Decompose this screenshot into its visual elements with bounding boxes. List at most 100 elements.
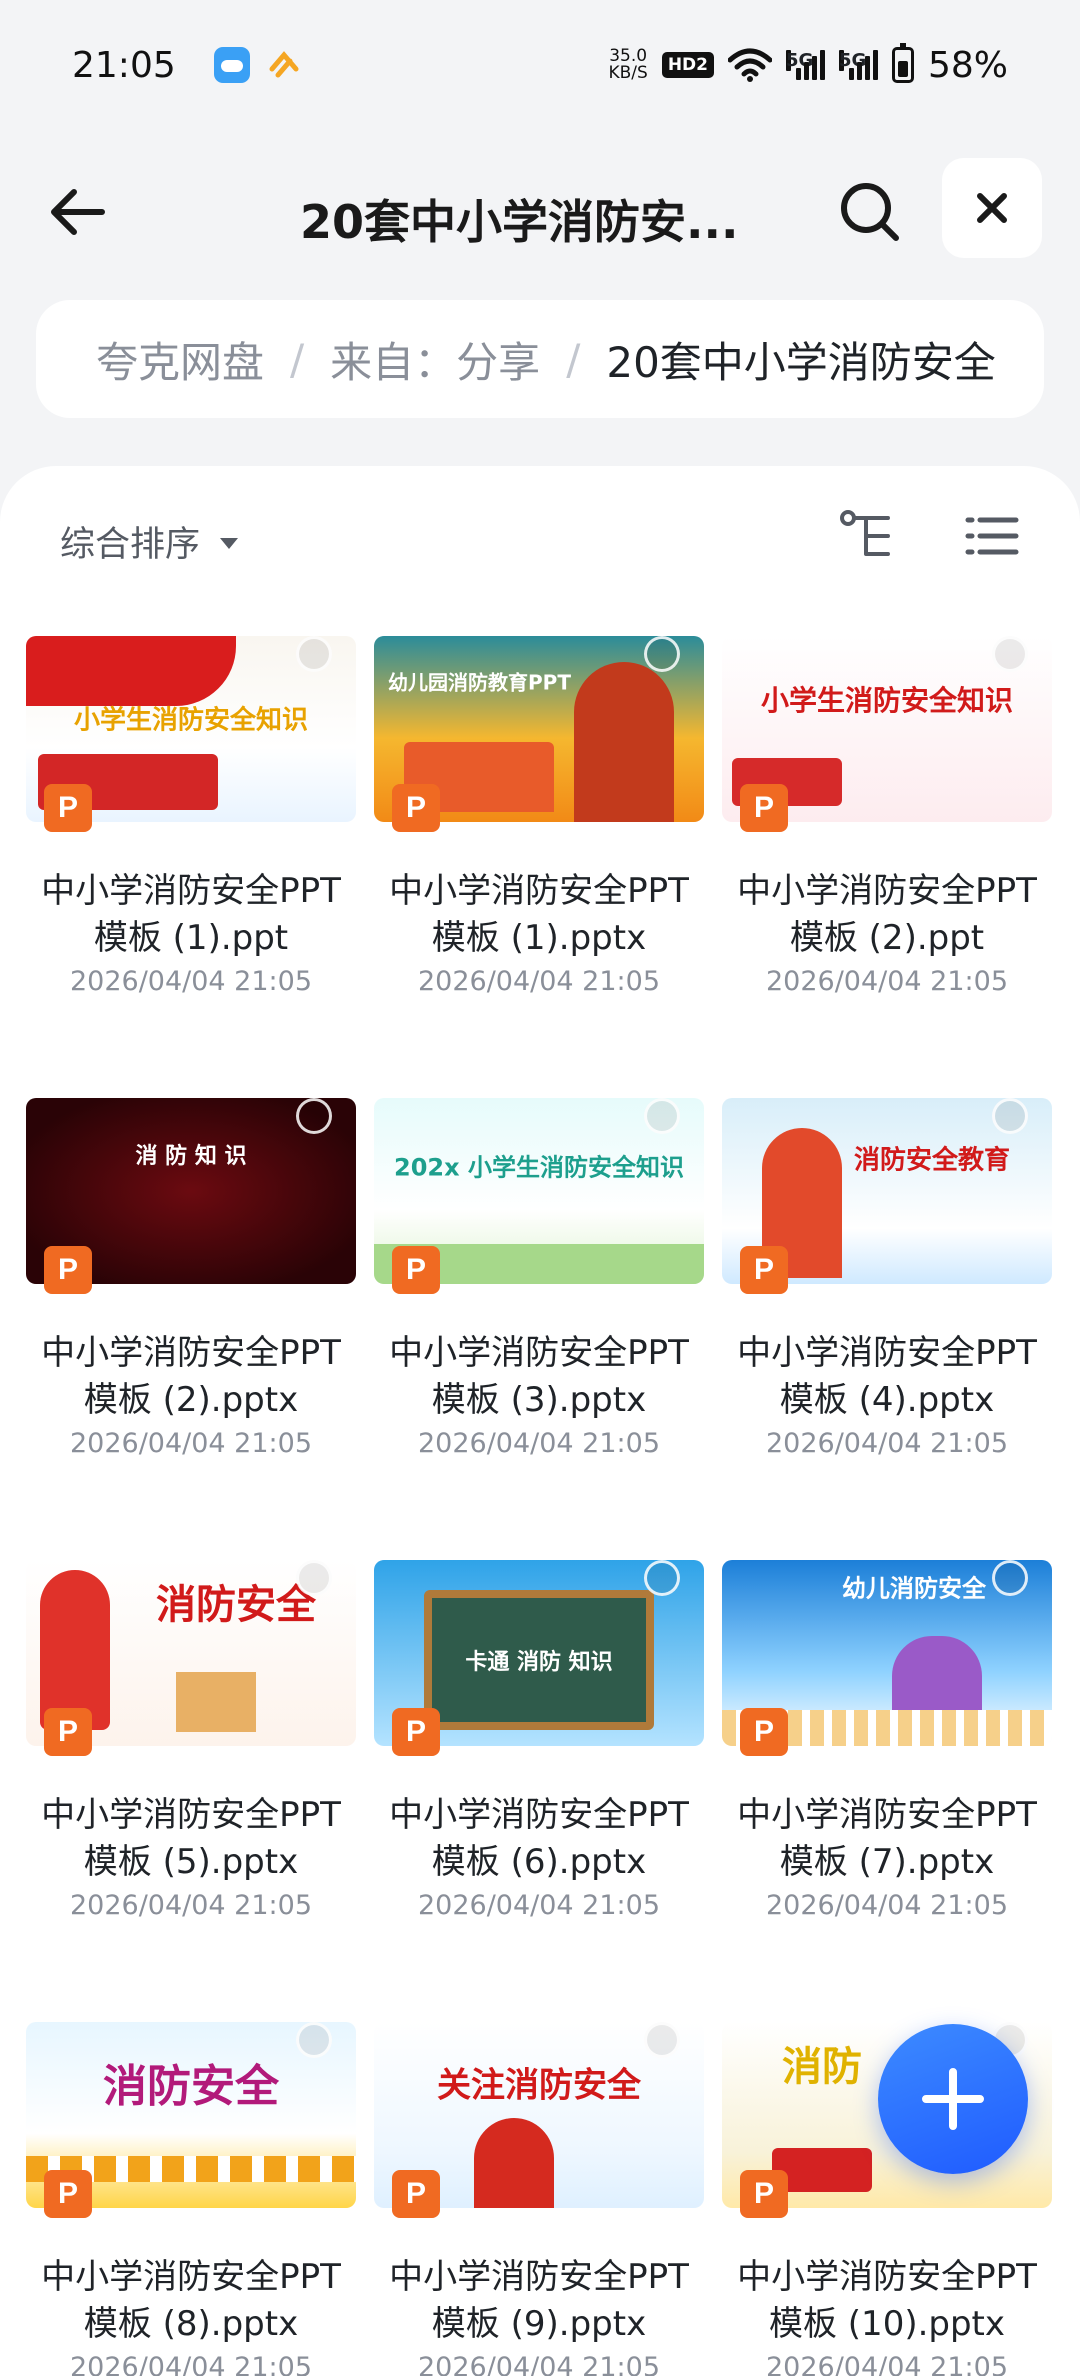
- ppt-file-icon: P: [392, 1708, 440, 1756]
- select-checkbox[interactable]: [644, 1560, 680, 1596]
- file-date: 2026/04/04 21:05: [765, 2352, 1008, 2376]
- status-app-icons: [213, 47, 302, 83]
- arrow-left-icon: [51, 189, 105, 235]
- firefighter-graphic: [474, 2118, 554, 2208]
- file-card[interactable]: 消防安全 P 中小学消防安全PPT模板 (8).pptx 2026/04/04 …: [26, 2002, 356, 2376]
- file-name: 中小学消防安全PPT模板 (5).pptx: [41, 1795, 341, 1882]
- file-card[interactable]: 卡通 消防 知识 P 中小学消防安全PPT模板 (6).pptx 2026/04…: [374, 1540, 704, 1968]
- ppt-file-icon: P: [44, 1708, 92, 1756]
- select-checkbox[interactable]: [992, 1098, 1028, 1134]
- file-name: 中小学消防安全PPT模板 (9).pptx: [389, 2257, 689, 2344]
- back-button[interactable]: [40, 172, 120, 252]
- file-name: 中小学消防安全PPT模板 (2).pptx: [41, 1333, 341, 1420]
- file-card[interactable]: 关注消防安全 P 中小学消防安全PPT模板 (9).pptx 2026/04/0…: [374, 2002, 704, 2376]
- thumbnail-title: 消 防 知 识: [135, 1143, 247, 1169]
- file-card[interactable]: 小学生消防安全知识 P 中小学消防安全PPT模板 (2).ppt 2026/04…: [722, 616, 1052, 1044]
- file-date: 2026/04/04 21:05: [417, 966, 660, 997]
- wifi-icon: [727, 48, 772, 82]
- search-button[interactable]: [830, 172, 910, 252]
- file-name: 中小学消防安全PPT模板 (4).pptx: [737, 1333, 1037, 1420]
- ppt-file-icon: P: [392, 1246, 440, 1294]
- status-indicators: 35.0 KB/S HD2 5G 5G 58%: [608, 43, 1008, 86]
- file-card[interactable]: 小学生消防安全知识 P 中小学消防安全PPT模板 (1).ppt 2026/04…: [26, 616, 356, 1044]
- tree-view-button[interactable]: [836, 504, 900, 568]
- ppt-file-icon: P: [392, 2170, 440, 2218]
- flag-graphic: [26, 636, 236, 706]
- file-name: 中小学消防安全PPT模板 (3).pptx: [389, 1333, 689, 1420]
- house-graphic: [176, 1672, 256, 1732]
- file-name: 中小学消防安全PPT模板 (1).ppt: [41, 871, 341, 958]
- thumbnail-title: 卡通 消防 知识: [465, 1650, 613, 1676]
- file-card[interactable]: 202x 小学生消防安全知识 P 中小学消防安全PPT模板 (3).pptx 2…: [374, 1078, 704, 1506]
- file-date: 2026/04/04 21:05: [69, 966, 312, 997]
- ppt-file-icon: P: [44, 1246, 92, 1294]
- file-date: 2026/04/04 21:05: [69, 1890, 312, 1921]
- battery-icon: [891, 43, 914, 83]
- signal-icon-2: 5G: [838, 50, 878, 80]
- file-card[interactable]: 幼儿消防安全 P 中小学消防安全PPT模板 (7).pptx 2026/04/0…: [722, 1540, 1052, 1968]
- thumbnail-title: 消防安全教育: [853, 1145, 1010, 1176]
- ppt-file-icon: P: [740, 1246, 788, 1294]
- sort-dropdown[interactable]: 综合排序: [60, 516, 239, 567]
- select-checkbox[interactable]: [644, 1098, 680, 1134]
- list-view-icon: [965, 517, 1019, 555]
- hd-badge: HD2: [661, 52, 714, 78]
- file-date: 2026/04/04 21:05: [69, 2352, 312, 2376]
- page-title: 20套中小学消防安...: [300, 195, 739, 249]
- ppt-file-icon: P: [44, 2170, 92, 2218]
- close-button[interactable]: [942, 158, 1042, 258]
- file-card[interactable]: 幼儿园消防教育PPT P 中小学消防安全PPT模板 (1).pptx 2026/…: [374, 616, 704, 1044]
- thumbnail-title: 小学生消防安全知识: [73, 705, 308, 736]
- breadcrumb-item-current: 20套中小学消防安全: [606, 337, 996, 387]
- breadcrumb-item-drive[interactable]: 夸克网盘: [96, 329, 264, 390]
- select-checkbox[interactable]: [644, 636, 680, 672]
- file-name: 中小学消防安全PPT模板 (1).pptx: [389, 871, 689, 958]
- ppt-file-icon: P: [392, 784, 440, 832]
- file-date: 2026/04/04 21:05: [765, 1890, 1008, 1921]
- breadcrumb-separator: /: [290, 334, 305, 384]
- thumbnail-title: 小学生消防安全知识: [760, 684, 1013, 718]
- close-icon: [977, 193, 1007, 223]
- ppt-file-icon: P: [740, 2170, 788, 2218]
- select-checkbox[interactable]: [296, 636, 332, 672]
- thumbnail-title: 202x 小学生消防安全知识: [394, 1153, 684, 1182]
- ppt-file-icon: P: [44, 784, 92, 832]
- network-speed-unit: KB/S: [608, 63, 648, 83]
- select-checkbox[interactable]: [296, 1098, 332, 1134]
- signal-label-1: 5G: [785, 50, 814, 71]
- select-checkbox[interactable]: [296, 2022, 332, 2058]
- status-time: 21:05: [72, 44, 176, 86]
- file-date: 2026/04/04 21:05: [69, 1428, 312, 1459]
- signal-label-2: 5G: [838, 50, 867, 71]
- file-card[interactable]: 消防安全 P 中小学消防安全PPT模板 (5).pptx 2026/04/04 …: [26, 1540, 356, 1968]
- search-icon: [841, 183, 899, 241]
- chevron-down-icon: [220, 538, 239, 549]
- breadcrumb: 夸克网盘 / 来自：分享 / 20套中小学消防安全: [36, 300, 1044, 418]
- breadcrumb-separator: /: [566, 334, 581, 384]
- file-name: 中小学消防安全PPT模板 (6).pptx: [389, 1795, 689, 1882]
- battery-percent: 58%: [927, 44, 1008, 86]
- house-graphic: [892, 1636, 982, 1716]
- file-name: 中小学消防安全PPT模板 (2).ppt: [737, 871, 1037, 958]
- select-checkbox[interactable]: [644, 2022, 680, 2058]
- thumbnail-title: 关注消防安全: [437, 2065, 641, 2106]
- sort-label: 综合排序: [60, 525, 201, 565]
- quark-app-icon: [266, 47, 302, 83]
- firefighter-graphic: [40, 1570, 110, 1730]
- network-speed: 35.0 KB/S: [608, 48, 647, 82]
- select-checkbox[interactable]: [992, 1560, 1028, 1596]
- file-name: 中小学消防安全PPT模板 (10).pptx: [737, 2257, 1037, 2344]
- breadcrumb-item-shared[interactable]: 来自：分享: [330, 329, 540, 390]
- ppt-file-icon: P: [740, 1708, 788, 1756]
- add-button[interactable]: [878, 2024, 1028, 2174]
- header: 20套中小学消防安...: [0, 150, 1080, 270]
- file-name: 中小学消防安全PPT模板 (7).pptx: [737, 1795, 1037, 1882]
- file-card[interactable]: 消防安全教育 P 中小学消防安全PPT模板 (4).pptx 2026/04/0…: [722, 1078, 1052, 1506]
- signal-icon-1: 5G: [785, 50, 825, 80]
- list-view-button[interactable]: [960, 504, 1024, 568]
- file-card[interactable]: 消 防 知 识 P 中小学消防安全PPT模板 (2).pptx 2026/04/…: [26, 1078, 356, 1506]
- thumbnail-title: 消防安全: [103, 2060, 279, 2112]
- file-date: 2026/04/04 21:05: [417, 1890, 660, 1921]
- select-checkbox[interactable]: [296, 1560, 332, 1596]
- select-checkbox[interactable]: [992, 636, 1028, 672]
